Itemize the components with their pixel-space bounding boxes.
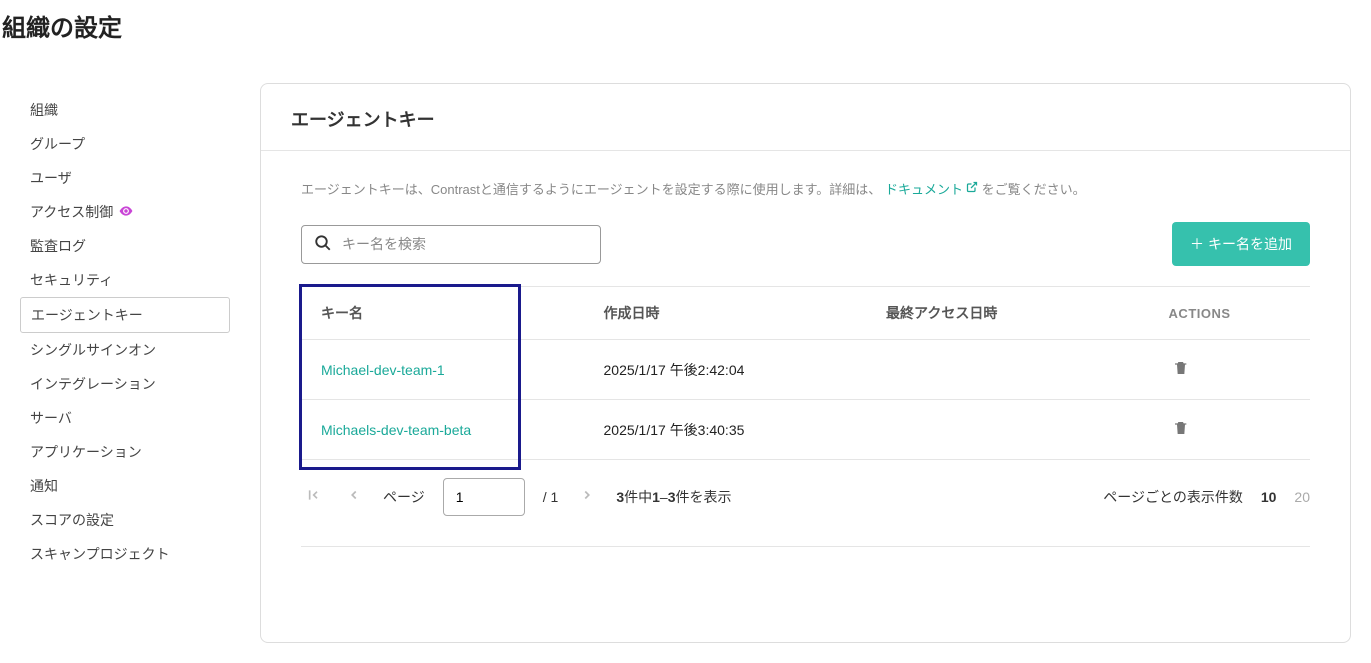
page-title: 組織の設定 [2, 8, 1371, 43]
sidebar-item-groups[interactable]: グループ [20, 127, 230, 161]
pagesize-label: ページごとの表示件数 [1103, 487, 1243, 507]
column-created[interactable]: 作成日時 [584, 287, 867, 340]
preview-eye-icon [119, 205, 133, 219]
external-link-icon [966, 181, 978, 196]
delete-button[interactable] [1169, 416, 1193, 443]
trash-icon [1173, 364, 1189, 379]
sidebar: 組織 グループ ユーザ アクセス制御 監査ログ セキュリティ エージェントキー … [20, 83, 230, 643]
total-pages: / 1 [543, 489, 559, 505]
sidebar-item-servers[interactable]: サーバ [20, 401, 230, 435]
description-text: エージェントキーは、Contrastと通信するようにエージェントを設定する際に使… [301, 179, 1310, 198]
created-cell: 2025/1/17 午後3:40:35 [584, 400, 867, 460]
page-summary: 3件中1–3件を表示 [616, 487, 731, 507]
sidebar-item-access-control[interactable]: アクセス制御 [20, 195, 230, 229]
search-box[interactable] [301, 225, 601, 264]
table-row: Michaels-dev-team-beta 2025/1/17 午後3:40:… [301, 400, 1310, 460]
main-panel: エージェントキー エージェントキーは、Contrastと通信するようにエージェン… [260, 83, 1351, 643]
pagesize-option-10[interactable]: 10 [1261, 489, 1277, 505]
plus-icon: ＋ [1190, 234, 1204, 254]
sidebar-item-agent-keys[interactable]: エージェントキー [20, 297, 230, 333]
table-row: Michael-dev-team-1 2025/1/17 午後2:42:04 [301, 340, 1310, 400]
sidebar-item-security[interactable]: セキュリティ [20, 263, 230, 297]
chevron-left-icon [347, 489, 361, 506]
page-number-input[interactable] [443, 478, 525, 516]
sidebar-item-scan-projects[interactable]: スキャンプロジェクト [20, 537, 230, 571]
next-page-button[interactable] [576, 484, 598, 511]
search-input[interactable] [342, 236, 588, 252]
prev-page-button[interactable] [343, 484, 365, 511]
pagesize-option-20[interactable]: 20 [1294, 489, 1310, 505]
first-page-icon [305, 490, 321, 507]
delete-button[interactable] [1169, 356, 1193, 383]
sidebar-item-sso[interactable]: シングルサインオン [20, 333, 230, 367]
last-access-cell [866, 340, 1149, 400]
sidebar-item-notifications[interactable]: 通知 [20, 469, 230, 503]
documentation-link[interactable]: ドキュメント [885, 179, 978, 198]
search-icon [314, 234, 332, 255]
trash-icon [1173, 424, 1189, 439]
first-page-button[interactable] [301, 483, 325, 512]
column-last-access[interactable]: 最終アクセス日時 [866, 287, 1149, 340]
chevron-right-icon [580, 489, 594, 506]
created-cell: 2025/1/17 午後2:42:04 [584, 340, 867, 400]
sidebar-item-organization[interactable]: 組織 [20, 93, 230, 127]
sidebar-item-score-settings[interactable]: スコアの設定 [20, 503, 230, 537]
page-label: ページ [383, 487, 425, 507]
panel-heading: エージェントキー [261, 84, 1350, 151]
last-access-cell [866, 400, 1149, 460]
sidebar-item-audit-log[interactable]: 監査ログ [20, 229, 230, 263]
column-actions: ACTIONS [1149, 287, 1310, 340]
agent-keys-table: キー名 作成日時 最終アクセス日時 ACTIONS Michael-dev-te… [301, 286, 1310, 460]
add-key-button[interactable]: ＋ キー名を追加 [1172, 222, 1310, 266]
sidebar-item-integrations[interactable]: インテグレーション [20, 367, 230, 401]
sidebar-item-users[interactable]: ユーザ [20, 161, 230, 195]
pagination: ページ / 1 3件中1–3件を表示 ページごとの表示件数 10 2 [301, 460, 1310, 516]
sidebar-item-applications[interactable]: アプリケーション [20, 435, 230, 469]
key-name-link[interactable]: Michaels-dev-team-beta [321, 422, 471, 438]
divider [301, 546, 1310, 596]
column-key-name[interactable]: キー名 [301, 287, 584, 340]
key-name-link[interactable]: Michael-dev-team-1 [321, 362, 445, 378]
